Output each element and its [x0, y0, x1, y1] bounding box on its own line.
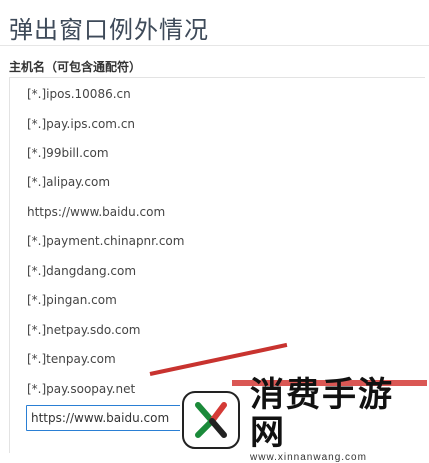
host-list-item[interactable]: [*.]ipos.10086.cn — [27, 87, 131, 101]
host-list-item[interactable]: [*.]alipay.com — [27, 175, 110, 189]
watermark-logo-icon — [182, 390, 240, 449]
title-divider — [0, 45, 429, 46]
host-list-item[interactable]: [*.]pay.soopay.net — [27, 382, 135, 396]
hostname-field-label: 主机名（可包含通配符） — [9, 60, 142, 74]
host-list-item[interactable]: [*.]pingan.com — [27, 293, 117, 307]
host-list-item[interactable]: [*.]99bill.com — [27, 146, 109, 160]
host-list-item[interactable]: [*.]payment.chinapnr.com — [27, 234, 184, 248]
host-list-item[interactable]: [*.]dangdang.com — [27, 264, 136, 278]
host-list-item[interactable]: [*.]netpay.sdo.com — [27, 323, 141, 337]
new-host-input[interactable] — [26, 405, 184, 431]
host-list-item[interactable]: [*.]pay.ips.com.cn — [27, 117, 135, 131]
watermark: 消费手游网 www.xinnanwang.com — [180, 376, 429, 463]
host-list-item[interactable]: https://www.baidu.com — [27, 205, 165, 219]
host-list-item[interactable]: [*.]tenpay.com — [27, 352, 116, 366]
watermark-text: 消费手游网 www.xinnanwang.com — [250, 376, 429, 463]
watermark-brand: 消费手游网 — [250, 375, 394, 453]
page-title: 弹出窗口例外情况 — [9, 16, 209, 44]
watermark-url: www.xinnanwang.com — [250, 452, 367, 463]
